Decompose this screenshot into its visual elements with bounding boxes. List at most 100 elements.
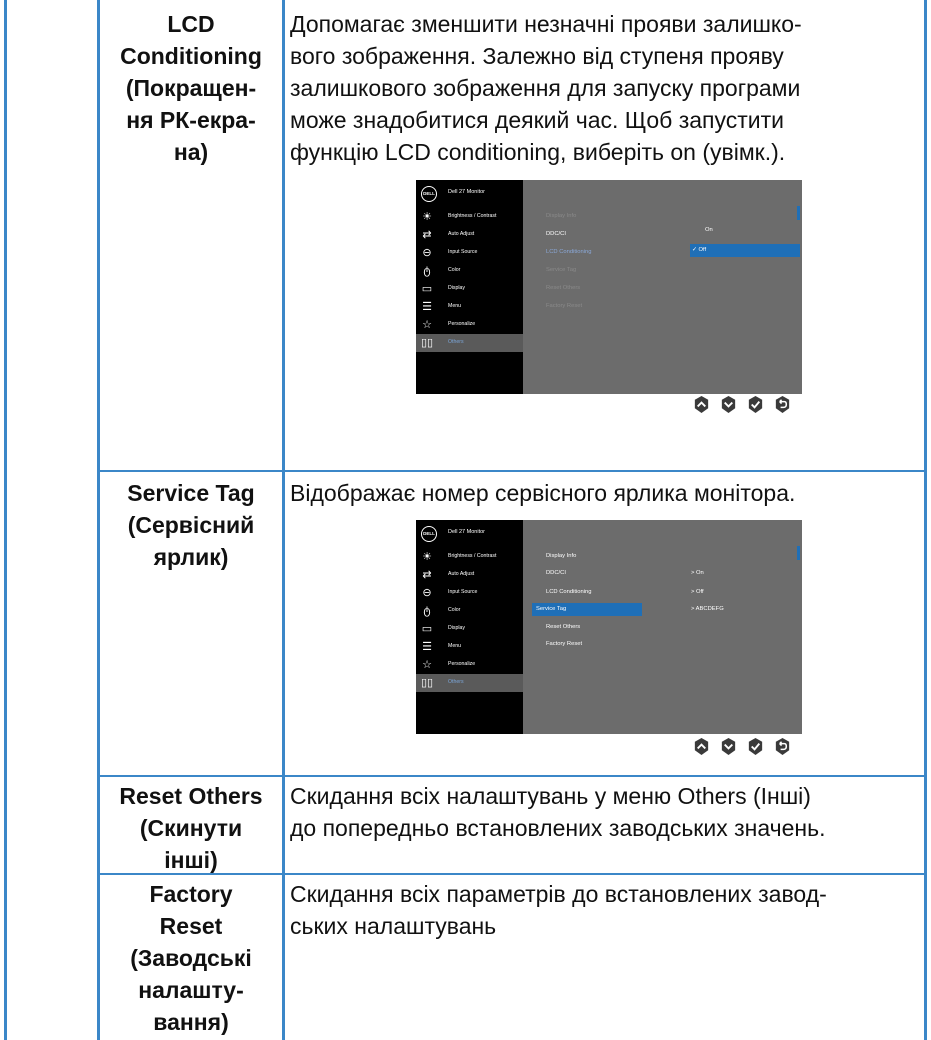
desc-line: Скидання всіх налаштувань у меню Others …	[290, 783, 811, 809]
dell-logo: DELL	[421, 526, 437, 542]
brightness-icon: ☀	[422, 551, 432, 563]
osd-sidebar-item-color[interactable]: ტ Color	[416, 262, 523, 280]
desc-line: Допомагає зменшити незначні прояви залиш…	[290, 11, 802, 37]
check-button-icon	[748, 737, 763, 756]
input-source-icon: ⊖	[422, 247, 432, 259]
osd-sidebar-label: Display	[448, 625, 466, 631]
osd-sidebar-label: Display	[448, 285, 466, 291]
osd-menu-item-factory-reset[interactable]: Factory Reset	[546, 641, 582, 647]
monitor-buttons-row	[692, 737, 802, 763]
osd-sidebar-label: Color	[448, 267, 461, 273]
label-line: Reset Others	[119, 783, 263, 809]
osd-sidebar-item-brightness[interactable]: ☀ Brightness / Contrast	[416, 548, 523, 566]
row-divider-1	[97, 470, 927, 472]
desc-line: ських налаштувань	[290, 913, 497, 939]
menu-icon: ☰	[422, 301, 432, 313]
osd-screenshot-service-tag: DELL Dell 27 Monitor ☀ Brightness / Cont…	[416, 520, 802, 734]
osd-menu-item-factory-reset[interactable]: Factory Reset	[546, 303, 582, 309]
osd-menu-item-display-info[interactable]: Display Info	[546, 213, 576, 219]
osd-sidebar-item-brightness[interactable]: ☀ Brightness / Contrast	[416, 208, 523, 226]
osd-menu-item-service-tag[interactable]: Service Tag	[536, 606, 566, 612]
osd-sidebar-label: Input Source	[448, 249, 478, 255]
osd-sidebar-label: Auto Adjust	[448, 571, 475, 577]
desc-line: Скидання всіх параметрів до встановлених…	[290, 881, 827, 907]
color-icon: ტ	[423, 605, 431, 617]
row-divider-2	[97, 775, 927, 777]
label-line: налашту-	[138, 977, 244, 1003]
osd-sidebar-item-menu[interactable]: ☰ Menu	[416, 298, 523, 316]
osd-sidebar-item-others[interactable]: ▯▯ Others	[416, 334, 523, 352]
back-button-icon	[775, 737, 790, 756]
osd-menu-item-reset-others[interactable]: Reset Others	[546, 285, 580, 291]
row-label-factory-reset: Factory Reset (Заводські налашту- вання)	[100, 878, 282, 1038]
osd-sidebar-item-input-source[interactable]: ⊖ Input Source	[416, 584, 523, 602]
personalize-icon: ☆	[422, 659, 432, 671]
others-icon: ▯▯	[420, 677, 434, 689]
osd-menu-item-display-info[interactable]: Display Info	[546, 553, 576, 559]
osd-menu-item-service-tag[interactable]: Service Tag	[546, 267, 576, 273]
osd-sidebar-label: Menu	[448, 303, 461, 309]
display-icon: ▭	[421, 283, 433, 295]
osd-sidebar-label: Personalize	[448, 321, 476, 327]
osd-sidebar-item-personalize[interactable]: ☆ Personalize	[416, 316, 523, 334]
up-button-icon	[694, 737, 709, 756]
osd-option-on[interactable]: On	[705, 227, 713, 233]
osd-sidebar-label: Others	[448, 339, 464, 345]
osd-sidebar-item-personalize[interactable]: ☆ Personalize	[416, 656, 523, 674]
osd-option-selection-bar	[690, 244, 800, 257]
row-description-lcd-conditioning: Допомагає зменшити незначні прояви залиш…	[290, 8, 920, 168]
osd-sidebar-item-others[interactable]: ▯▯ Others	[416, 674, 523, 692]
osd-menu-item-ddc-ci[interactable]: DDC/CI	[546, 570, 566, 576]
osd-sidebar-item-display[interactable]: ▭ Display	[416, 620, 523, 638]
osd-sidebar-label: Others	[448, 679, 464, 685]
desc-line: до попередньо встановлених заводських зн…	[290, 815, 826, 841]
osd-sidebar-label: Personalize	[448, 661, 476, 667]
check-button-icon	[748, 395, 763, 414]
auto-adjust-icon: ⇄	[422, 229, 432, 241]
row-description-reset-others: Скидання всіх налаштувань у меню Others …	[290, 780, 920, 844]
osd-value-lcd-conditioning: > Off	[691, 589, 704, 595]
osd-sidebar-item-auto-adjust[interactable]: ⇄ Auto Adjust	[416, 566, 523, 584]
osd-sidebar-item-display[interactable]: ▭ Display	[416, 280, 523, 298]
label-line: LCD	[167, 11, 215, 37]
label-line: Reset	[159, 913, 223, 939]
osd-menu-item-reset-others[interactable]: Reset Others	[546, 624, 580, 630]
osd-sidebar-label: Input Source	[448, 589, 478, 595]
table-column-divider-2	[282, 0, 285, 1040]
desc-line: Відображає номер сервісного ярлика моніт…	[290, 480, 796, 506]
dell-logo: DELL	[421, 186, 437, 202]
others-icon: ▯▯	[420, 337, 434, 349]
osd-scroll-indicator	[797, 546, 800, 560]
label-line: інші)	[164, 847, 218, 873]
label-line: (Скинути	[139, 815, 243, 841]
osd-sidebar-label: Brightness / Contrast	[448, 553, 497, 559]
osd-menu-item-lcd-conditioning[interactable]: LCD Conditioning	[546, 249, 591, 255]
table-right-border	[924, 0, 927, 1040]
display-icon: ▭	[421, 623, 433, 635]
desc-line: функцію LCD conditioning, виберіть on (у…	[290, 139, 786, 165]
osd-sidebar-item-input-source[interactable]: ⊖ Input Source	[416, 244, 523, 262]
down-button-icon	[721, 737, 736, 756]
label-line: Service Tag	[127, 480, 255, 506]
label-line: ярлик)	[153, 544, 229, 570]
osd-sidebar-label: Brightness / Contrast	[448, 213, 497, 219]
back-button-icon	[775, 395, 790, 414]
osd-title: Dell 27 Monitor	[448, 189, 485, 195]
down-button-icon	[721, 395, 736, 414]
osd-option-off[interactable]: ✓ Off	[692, 247, 706, 253]
osd-sidebar-item-menu[interactable]: ☰ Menu	[416, 638, 523, 656]
row-description-service-tag: Відображає номер сервісного ярлика моніт…	[290, 477, 920, 509]
monitor-buttons-row	[692, 395, 802, 421]
osd-sidebar-item-color[interactable]: ტ Color	[416, 602, 523, 620]
row-description-factory-reset: Скидання всіх параметрів до встановлених…	[290, 878, 920, 942]
input-source-icon: ⊖	[422, 587, 432, 599]
osd-value-service-tag: > ABCDEFG	[691, 606, 724, 612]
osd-scroll-indicator	[797, 206, 800, 220]
color-icon: ტ	[423, 265, 431, 277]
row-label-service-tag: Service Tag (Сервісний ярлик)	[100, 477, 282, 573]
osd-title: Dell 27 Monitor	[448, 529, 485, 535]
osd-menu-item-ddc-ci[interactable]: DDC/CI	[546, 231, 566, 237]
osd-menu-item-lcd-conditioning[interactable]: LCD Conditioning	[546, 589, 591, 595]
label-line: на)	[173, 139, 209, 165]
osd-sidebar-item-auto-adjust[interactable]: ⇄ Auto Adjust	[416, 226, 523, 244]
